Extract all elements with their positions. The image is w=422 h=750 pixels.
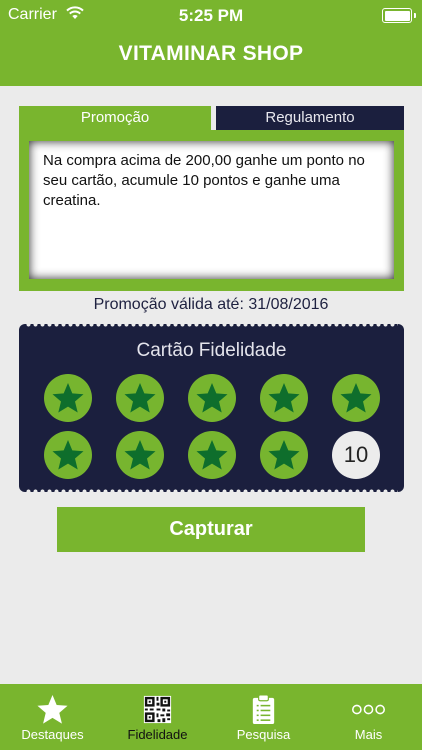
star-icon <box>52 383 84 413</box>
star-icon <box>37 694 68 724</box>
star-icon <box>340 383 372 413</box>
stamp-filled <box>260 431 308 479</box>
card-perforation-top <box>25 322 398 327</box>
qr-code-icon <box>143 695 172 724</box>
promotion-validity: Promoção válida até: 31/08/2016 <box>93 296 329 313</box>
star-icon <box>196 383 228 413</box>
star-icon <box>124 383 156 413</box>
tabbar-label: Mais <box>354 727 383 742</box>
stamp-filled <box>188 374 236 422</box>
tabbar-label: Pesquisa <box>236 727 291 742</box>
tabbar-item-mais[interactable]: Mais <box>316 684 421 750</box>
clipboard-icon <box>252 694 275 725</box>
more-icon <box>352 704 385 715</box>
star-icon <box>124 440 156 470</box>
tabbar-item-destaques[interactable]: Destaques <box>0 684 105 750</box>
battery-icon <box>382 8 416 23</box>
status-time: 5:25 PM <box>178 6 244 25</box>
tabbar-label: Destaques <box>21 727 84 742</box>
stamp-filled <box>44 431 92 479</box>
tabbar-item-pesquisa[interactable]: Pesquisa <box>211 684 316 750</box>
stamp-filled <box>116 374 164 422</box>
card-perforation-bottom <box>25 489 398 494</box>
promotion-panel: Na compra acima de 200,00 ganhe um ponto… <box>19 130 404 291</box>
app-header: Carrier 5:25 PM VITAMINAR SHOP <box>0 0 422 86</box>
loyalty-card: Cartão Fidelidade 10 <box>19 324 404 492</box>
loyalty-card-title: Cartão Fidelidade <box>136 340 287 361</box>
star-icon <box>268 383 300 413</box>
stamp-final: 10 <box>332 431 380 479</box>
capture-button[interactable]: Capturar <box>57 507 365 552</box>
tabbar-label: Fidelidade <box>127 727 188 742</box>
bottom-tab-bar: Destaques Fidelidade Pesquisa Mais <box>0 684 422 750</box>
promotion-text: Na compra acima de 200,00 ganhe um ponto… <box>29 141 394 279</box>
status-bar: Carrier 5:25 PM <box>0 0 422 30</box>
star-icon <box>196 440 228 470</box>
stamp-filled <box>332 374 380 422</box>
stamp-filled <box>260 374 308 422</box>
stamp-filled <box>44 374 92 422</box>
tab-regulamento[interactable]: Regulamento <box>216 106 404 130</box>
stamp-filled <box>116 431 164 479</box>
star-icon <box>52 440 84 470</box>
star-icon <box>268 440 300 470</box>
stamp-filled <box>188 431 236 479</box>
tab-promocao[interactable]: Promoção <box>19 106 211 130</box>
tabbar-item-fidelidade[interactable]: Fidelidade <box>105 684 210 750</box>
page-title: VITAMINAR SHOP <box>118 42 304 65</box>
